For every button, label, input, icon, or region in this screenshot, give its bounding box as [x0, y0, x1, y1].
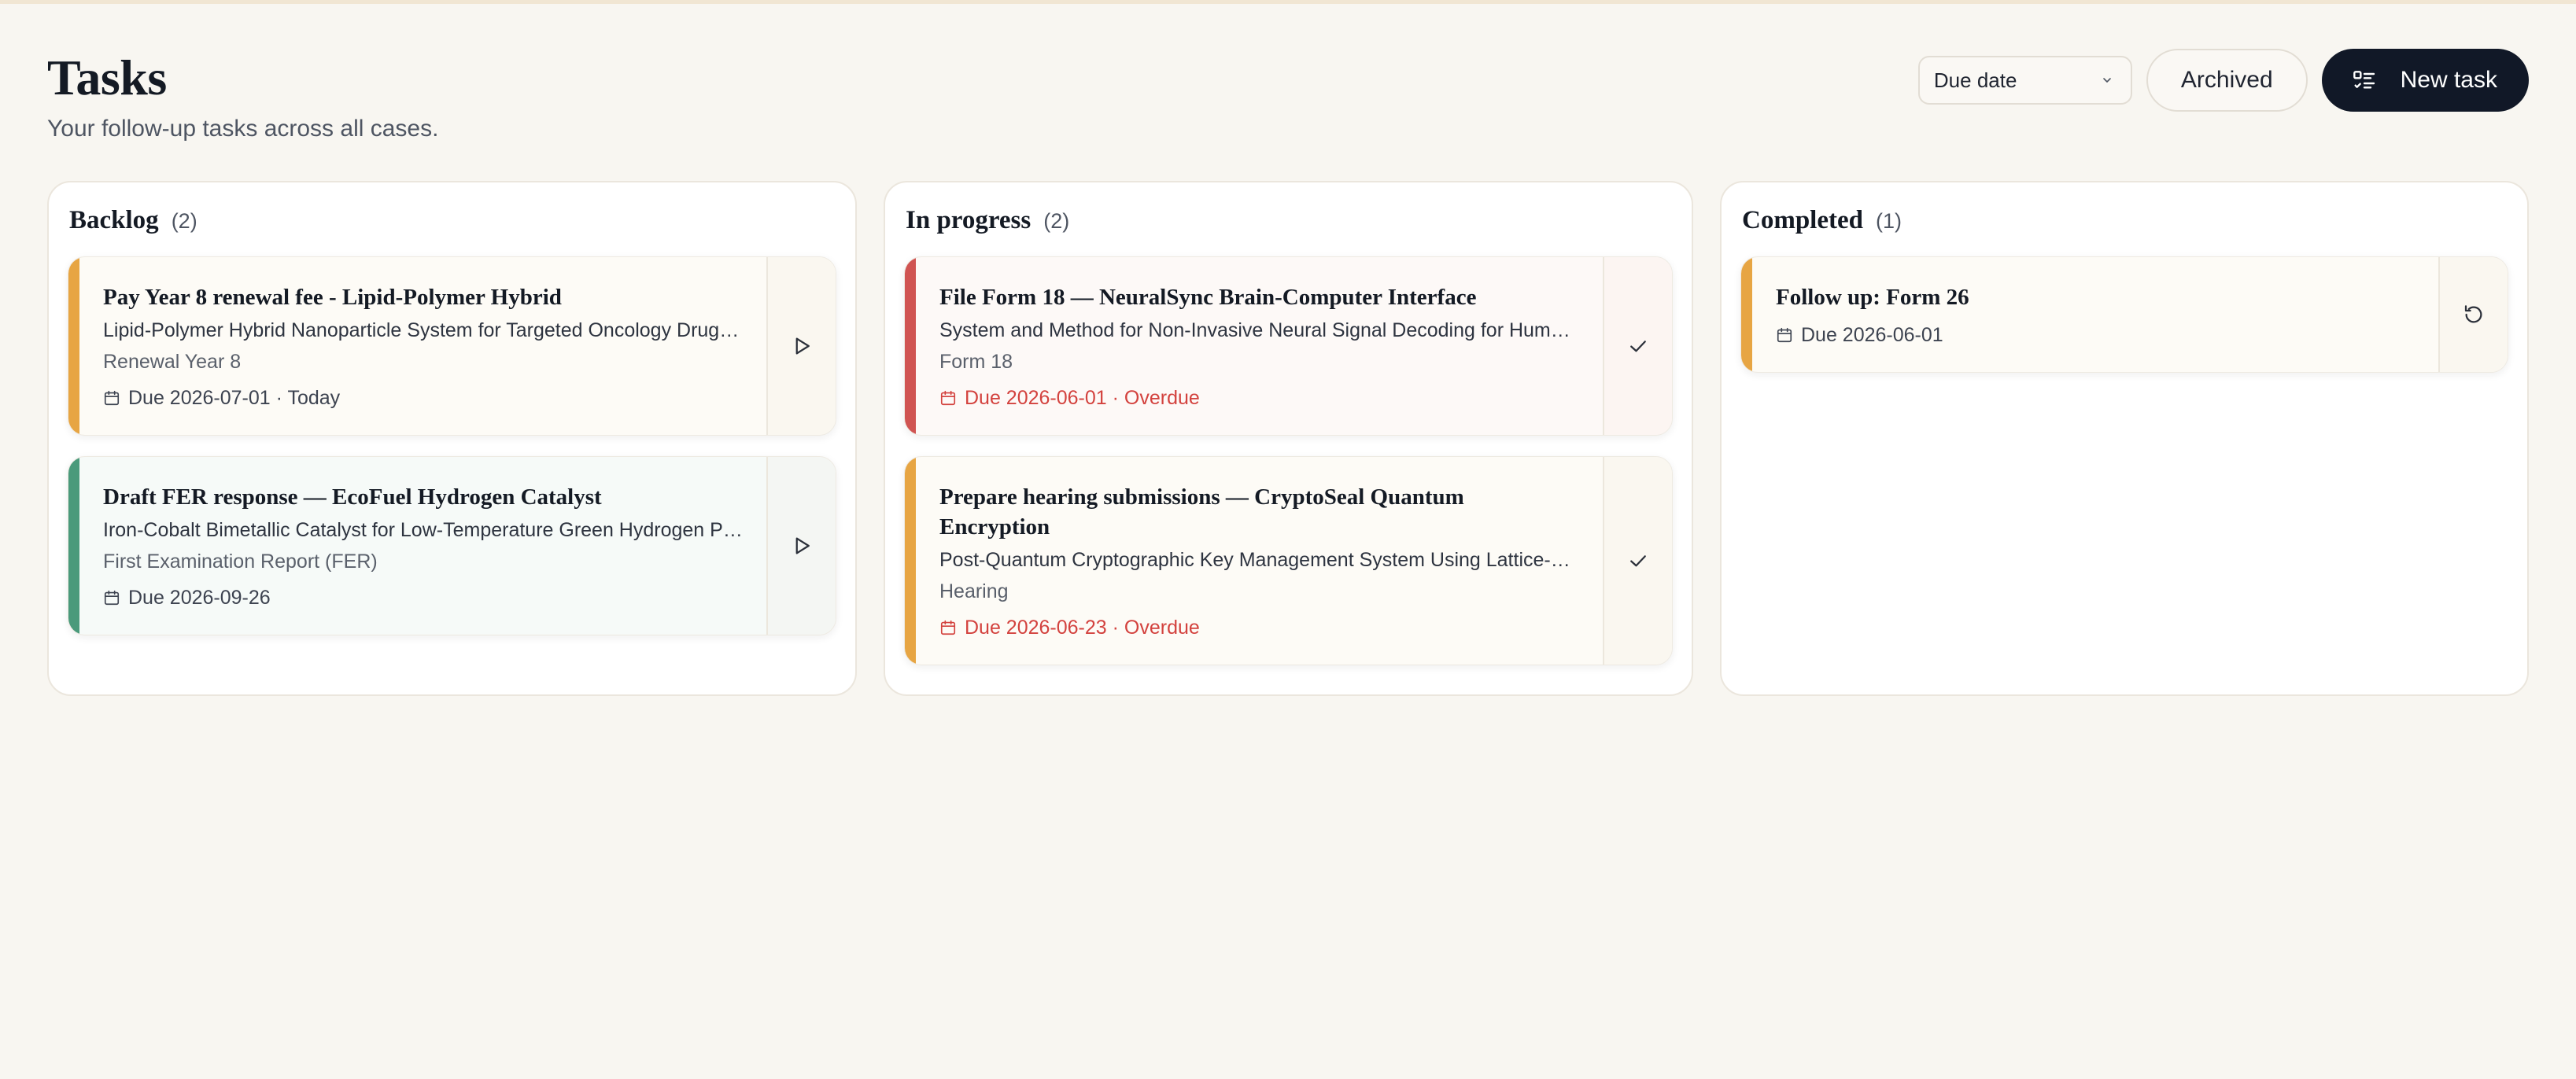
- calendar-icon: [1777, 327, 1792, 343]
- task-title: File Form 18 — NeuralSync Brain-Computer…: [939, 285, 1477, 310]
- task-type: Hearing: [939, 580, 1009, 602]
- column-header: Backlog (2): [68, 206, 836, 245]
- task-description: System and Method for Non-Invasive Neura…: [939, 319, 1579, 341]
- page-header: Tasks Your follow-up tasks across all ca…: [47, 49, 2529, 151]
- column-completed: Completed (1) Follow up: Form 26 Due 202…: [1720, 181, 2529, 696]
- task-due: Due 2026-06-23 · Overdue: [939, 614, 1579, 641]
- top-accent-line: [0, 0, 2576, 4]
- column-header: Completed (1): [1740, 206, 2508, 245]
- priority-bar: [1741, 257, 1752, 372]
- column-count: (1): [1875, 209, 1902, 233]
- task-description: Post-Quantum Cryptographic Key Managemen…: [939, 549, 1579, 571]
- task-card-body: File Form 18 — NeuralSync Brain-Computer…: [916, 257, 1603, 435]
- reopen-task-button[interactable]: [2438, 257, 2508, 372]
- priority-bar: [905, 457, 916, 665]
- task-card[interactable]: Follow up: Form 26 Due 2026-06-01: [1740, 256, 2508, 373]
- task-title: Draft FER response — EcoFuel Hydrogen Ca…: [103, 484, 602, 510]
- task-card[interactable]: Prepare hearing submissions — CryptoSeal…: [904, 456, 1673, 665]
- chevron-down-icon: [2103, 78, 2111, 83]
- column-title: Backlog: [69, 206, 159, 234]
- column-title: Completed: [1742, 206, 1863, 234]
- task-type: First Examination Report (FER): [103, 551, 378, 573]
- complete-task-button[interactable]: [1603, 257, 1672, 435]
- task-card-body: Draft FER response — EcoFuel Hydrogen Ca…: [79, 457, 766, 635]
- task-title: Follow up: Form 26: [1776, 285, 1969, 310]
- task-description: Lipid-Polymer Hybrid Nanoparticle System…: [103, 319, 743, 341]
- column-backlog: Backlog (2) Pay Year 8 renewal fee - Lip…: [47, 181, 857, 696]
- task-title: Pay Year 8 renewal fee - Lipid-Polymer H…: [103, 285, 562, 310]
- task-due-text: Due 2026-06-01: [1801, 324, 1943, 346]
- column-header: In progress (2): [904, 206, 1673, 245]
- calendar-icon: [940, 390, 956, 406]
- complete-task-button[interactable]: [1603, 457, 1672, 665]
- priority-bar: [68, 457, 79, 635]
- sort-select[interactable]: Due date: [1917, 56, 2132, 105]
- task-due-text: Due 2026-09-26: [128, 587, 271, 609]
- task-due: Due 2026-09-26: [103, 584, 743, 611]
- task-card-body: Follow up: Form 26 Due 2026-06-01: [1752, 257, 2438, 372]
- play-icon: [795, 337, 810, 355]
- new-task-button[interactable]: New task: [2321, 49, 2529, 112]
- column-count: (2): [171, 209, 197, 233]
- task-card[interactable]: Pay Year 8 renewal fee - Lipid-Polymer H…: [68, 256, 836, 436]
- calendar-icon: [104, 590, 120, 606]
- task-card-body: Prepare hearing submissions — CryptoSeal…: [916, 457, 1603, 665]
- header-actions: Due date Archived New task: [1917, 49, 2529, 112]
- check-icon: [1630, 555, 1646, 567]
- sort-select-value: Due date: [1933, 68, 2017, 92]
- task-due-text: Due 2026-07-01 · Today: [128, 387, 341, 409]
- priority-bar: [68, 257, 79, 435]
- task-title: Prepare hearing submissions — CryptoSeal…: [939, 484, 1464, 540]
- task-card[interactable]: File Form 18 — NeuralSync Brain-Computer…: [904, 256, 1673, 436]
- column-title: In progress: [906, 206, 1032, 234]
- undo-icon: [2464, 305, 2482, 323]
- task-board: Backlog (2) Pay Year 8 renewal fee - Lip…: [47, 181, 2529, 696]
- new-task-label: New task: [2400, 67, 2497, 93]
- start-task-button[interactable]: [766, 457, 836, 635]
- task-due-text: Due 2026-06-23 · Overdue: [965, 617, 1200, 639]
- task-type: Form 18: [939, 351, 1013, 373]
- archived-button[interactable]: Archived: [2146, 49, 2308, 112]
- priority-bar: [905, 257, 916, 435]
- start-task-button[interactable]: [766, 257, 836, 435]
- task-due: Due 2026-06-01 · Overdue: [939, 385, 1579, 411]
- task-due-text: Due 2026-06-01 · Overdue: [965, 387, 1200, 409]
- column-count: (2): [1043, 209, 1070, 233]
- play-icon: [795, 537, 810, 554]
- task-due: Due 2026-06-01: [1776, 322, 2415, 348]
- task-type: Renewal Year 8: [103, 351, 242, 373]
- page-subtitle: Your follow-up tasks across all cases.: [47, 116, 439, 142]
- column-in-progress: In progress (2) File Form 18 — NeuralSyn…: [884, 181, 1693, 696]
- calendar-icon: [940, 620, 956, 635]
- calendar-icon: [104, 390, 120, 406]
- task-description: Iron-Cobalt Bimetallic Catalyst for Low-…: [103, 519, 743, 541]
- task-due: Due 2026-07-01 · Today: [103, 385, 743, 411]
- task-card[interactable]: Draft FER response — EcoFuel Hydrogen Ca…: [68, 456, 836, 635]
- task-list-icon: [2353, 71, 2375, 89]
- task-card-body: Pay Year 8 renewal fee - Lipid-Polymer H…: [79, 257, 766, 435]
- check-icon: [1630, 341, 1646, 352]
